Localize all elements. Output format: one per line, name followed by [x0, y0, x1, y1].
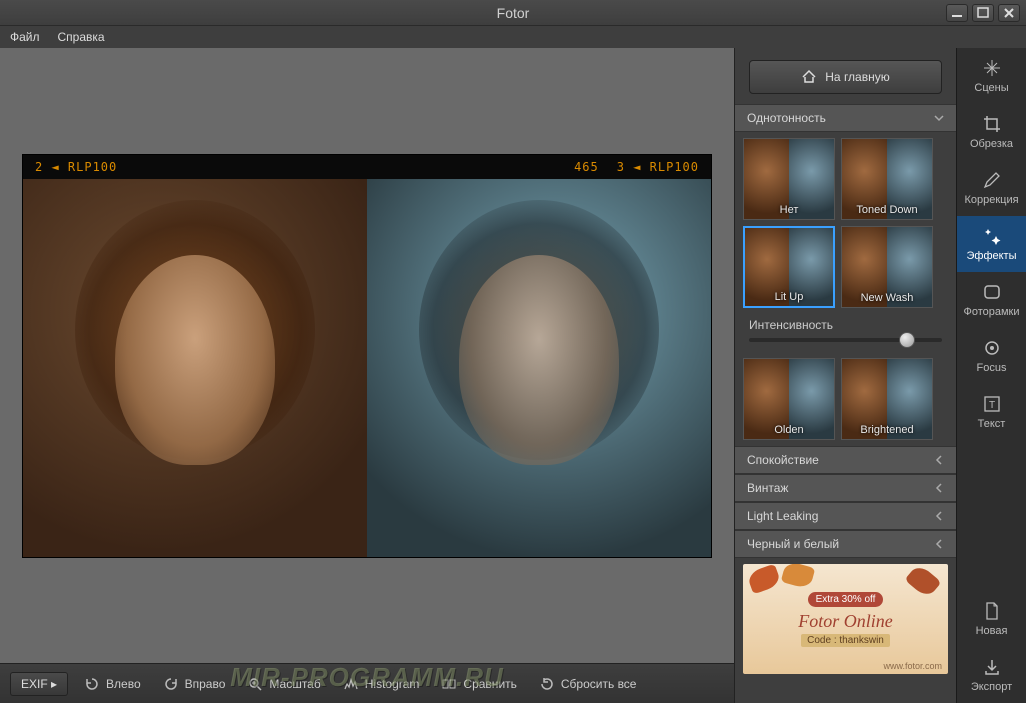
- home-icon: [801, 69, 817, 85]
- new-file-icon: [982, 601, 1002, 621]
- export-icon: [982, 657, 1002, 677]
- film-strip: 2 ◄ RLP100 465 3 ◄ RLP100: [23, 155, 711, 179]
- rail-effects[interactable]: Эффекты: [957, 216, 1026, 272]
- menubar: Файл Справка: [0, 26, 1026, 48]
- thumb-label: New Wash: [842, 292, 932, 304]
- close-button[interactable]: [998, 4, 1020, 22]
- intensity-label: Интенсивность: [749, 318, 942, 332]
- minimize-button[interactable]: [946, 4, 968, 22]
- effect-thumb[interactable]: New Wash: [841, 226, 933, 308]
- effect-group-collapsed[interactable]: Винтаж: [735, 474, 956, 502]
- svg-text:T: T: [988, 400, 994, 411]
- chevron-left-icon: [934, 455, 944, 465]
- chevron-left-icon: [934, 539, 944, 549]
- reset-icon: [539, 676, 555, 692]
- histogram-button[interactable]: Histogram: [337, 672, 426, 696]
- intensity-slider[interactable]: [749, 338, 942, 342]
- effect-thumb[interactable]: Lit Up: [743, 226, 835, 308]
- reset-button[interactable]: Сбросить все: [533, 672, 643, 696]
- thumb-label: Toned Down: [842, 204, 932, 216]
- chevron-down-icon: [934, 113, 944, 123]
- magic-icon: [982, 226, 1002, 246]
- thumb-label: Lit Up: [745, 291, 833, 303]
- rail-new[interactable]: Новая: [957, 591, 1026, 647]
- titlebar: Fotor: [0, 0, 1026, 26]
- compare-icon: [441, 676, 457, 692]
- target-icon: [982, 338, 1002, 358]
- zoom-icon: [247, 676, 263, 692]
- promo-code: Code : thankswin: [801, 634, 890, 647]
- pencil-icon: [982, 170, 1002, 190]
- canvas-area: 2 ◄ RLP100 465 3 ◄ RLP100: [0, 48, 734, 703]
- rail-export[interactable]: Экспорт: [957, 647, 1026, 703]
- effect-group-open[interactable]: Однотонность: [735, 104, 956, 132]
- effect-thumb[interactable]: Brightened: [841, 358, 933, 440]
- rotate-left-button[interactable]: Влево: [78, 672, 147, 696]
- crop-icon: [982, 114, 1002, 134]
- rail-adjust[interactable]: Коррекция: [957, 160, 1026, 216]
- film-right-a: 465: [574, 160, 599, 174]
- menu-file[interactable]: Файл: [10, 30, 40, 44]
- chevron-left-icon: [934, 483, 944, 493]
- film-left: 2 ◄ RLP100: [35, 160, 117, 174]
- rail-scenes[interactable]: Сцены: [957, 48, 1026, 104]
- effect-thumb[interactable]: Olden: [743, 358, 835, 440]
- text-icon: T: [982, 394, 1002, 414]
- menu-help[interactable]: Справка: [58, 30, 105, 44]
- effect-group-collapsed[interactable]: Light Leaking: [735, 502, 956, 530]
- frame-icon: [982, 282, 1002, 302]
- film-right-b: 3 ◄ RLP100: [617, 160, 699, 174]
- photo-preview[interactable]: 2 ◄ RLP100 465 3 ◄ RLP100: [22, 154, 712, 558]
- histogram-icon: [343, 676, 359, 692]
- slider-thumb[interactable]: [899, 332, 915, 348]
- effect-group-collapsed[interactable]: Черный и белый: [735, 530, 956, 558]
- app-title: Fotor: [497, 5, 530, 21]
- photo-after: [367, 179, 711, 557]
- effects-panel: На главную Однотонность Нет Toned Down Lit…: [734, 48, 956, 703]
- maximize-button[interactable]: [972, 4, 994, 22]
- exif-button[interactable]: EXIF ▸: [10, 672, 68, 696]
- promo-url: www.fotor.com: [883, 661, 942, 671]
- effect-thumb[interactable]: Toned Down: [841, 138, 933, 220]
- rail-focus[interactable]: Focus: [957, 328, 1026, 384]
- promo-banner[interactable]: Extra 30% off Fotor Online Code : thanks…: [743, 564, 948, 674]
- home-button[interactable]: На главную: [749, 60, 942, 94]
- thumb-label: Olden: [744, 424, 834, 436]
- chevron-left-icon: [934, 511, 944, 521]
- rotate-right-button[interactable]: Вправо: [157, 672, 232, 696]
- effect-group-collapsed[interactable]: Спокойствие: [735, 446, 956, 474]
- photo-before: [23, 179, 367, 557]
- promo-badge: Extra 30% off: [808, 592, 884, 607]
- sparkle-icon: [982, 58, 1002, 78]
- rotate-left-icon: [84, 676, 100, 692]
- compare-button[interactable]: Сравнить: [435, 672, 522, 696]
- rail-crop[interactable]: Обрезка: [957, 104, 1026, 160]
- bottom-toolbar: EXIF ▸ Влево Вправо Масштаб Histogram Ср…: [0, 663, 734, 703]
- rail-frames[interactable]: Фоторамки: [957, 272, 1026, 328]
- effect-thumb[interactable]: Нет: [743, 138, 835, 220]
- promo-title: Fotor Online: [798, 611, 893, 632]
- tool-rail: Сцены Обрезка Коррекция Эффекты Фоторамк…: [956, 48, 1026, 703]
- rail-text[interactable]: T Текст: [957, 384, 1026, 440]
- rotate-right-icon: [163, 676, 179, 692]
- thumb-label: Нет: [744, 204, 834, 216]
- thumb-label: Brightened: [842, 424, 932, 436]
- zoom-button[interactable]: Масштаб: [241, 672, 326, 696]
